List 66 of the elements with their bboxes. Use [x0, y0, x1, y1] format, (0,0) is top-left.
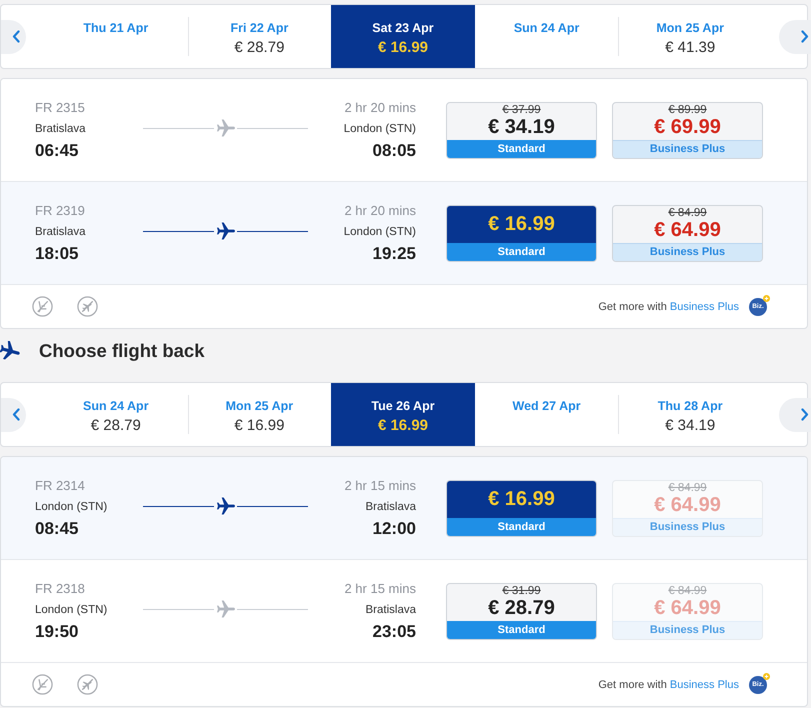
chevron-left-icon [12, 30, 20, 43]
plus-dot-icon [763, 672, 770, 680]
plane-icon [217, 222, 235, 240]
fare-button[interactable]: € 89.99 € 69.99 Business Plus [612, 102, 763, 158]
flight-duration: 2 hr 15 mins [344, 580, 416, 596]
fare-button[interactable]: € 16.99 Standard [446, 204, 597, 262]
promo-text: Get more with Business Plus [598, 300, 739, 312]
chevron-right-icon [801, 30, 809, 43]
date-tab[interactable]: Tue 26 Apr € 16.99 [331, 383, 475, 446]
date-tab[interactable]: Sat 23 Apr € 16.99 [331, 5, 475, 68]
departure-time: 08:45 [35, 518, 78, 538]
flight-duration: 2 hr 20 mins [344, 100, 416, 116]
chevron-right-icon [801, 408, 809, 421]
previous-button[interactable] [1, 20, 26, 54]
plus-dot-icon [763, 294, 770, 302]
flight-number: FR 2314 [35, 478, 85, 494]
plane-slash-icon [77, 296, 98, 317]
flight-duration: 2 hr 20 mins [344, 202, 416, 218]
plane-icon [0, 341, 20, 361]
next-button[interactable] [779, 20, 811, 54]
fare-button[interactable]: € 31.99 € 28.79 Standard [446, 582, 597, 640]
plane-slash-icon [77, 674, 98, 695]
arrival-time: 12:00 [372, 518, 416, 538]
flight-duration: 2 hr 15 mins [344, 478, 416, 494]
date-tab[interactable]: Thu 21 Apr [44, 5, 188, 68]
departure-time: 06:45 [35, 140, 78, 160]
arrival-city: Bratislava [366, 500, 416, 514]
plane-icon [217, 118, 235, 136]
section-title: Choose flight back [39, 340, 204, 362]
chevron-left-icon [12, 408, 20, 421]
business-plus-link[interactable]: Business Plus [670, 300, 739, 312]
departure-city: London (STN) [35, 500, 108, 514]
flight-number: FR 2318 [35, 580, 85, 596]
promo-text: Get more with Business Plus [598, 678, 739, 690]
fare-button[interactable]: € 84.99 € 64.99 Business Plus [612, 204, 763, 262]
flight-row[interactable]: FR 2315 Bratislava 06:45 2 hr 20 mins London (STN) 08:05 € 37.99 € 34.19 Standard € 89.99 € 69.99 Business Plus [1, 79, 807, 182]
flight-row[interactable]: FR 2319 Bratislava 18:05 2 hr 20 mins London (STN) 19:25 € 16.99 Standard € 84.99 € 64.99 Business Plus [1, 182, 807, 285]
departure-city: Bratislava [35, 224, 86, 240]
date-tab[interactable]: Thu 28 Apr € 34.19 [618, 383, 762, 446]
arrival-city: Bratislava [366, 602, 416, 618]
plane-icon [217, 496, 235, 514]
departure-time: 18:05 [35, 244, 78, 264]
seat-slash-icon [32, 674, 53, 695]
fare-button[interactable]: € 37.99 € 34.19 Standard [446, 102, 597, 158]
departure-city: Bratislava [35, 122, 86, 136]
date-tab[interactable]: Mon 25 Apr € 16.99 [188, 383, 332, 446]
arrival-city: London (STN) [344, 224, 416, 240]
date-tab[interactable]: Sun 24 Apr [474, 5, 618, 68]
date-tab[interactable]: Mon 25 Apr € 41.39 [618, 5, 762, 68]
departure-time: 19:50 [35, 622, 78, 642]
date-tab[interactable]: Sun 24 Apr € 28.79 [44, 383, 188, 446]
previous-button[interactable] [1, 398, 26, 432]
business-plus-link[interactable]: Business Plus [670, 678, 739, 690]
arrival-city: London (STN) [344, 122, 416, 136]
plane-icon [217, 600, 235, 618]
flight-number: FR 2319 [35, 202, 85, 218]
seat-slash-icon [32, 296, 53, 317]
fare-button[interactable]: € 16.99 Standard [446, 480, 597, 536]
next-button[interactable] [779, 398, 811, 432]
flight-number: FR 2315 [35, 100, 85, 116]
arrival-time: 08:05 [372, 140, 416, 160]
arrival-time: 23:05 [372, 622, 416, 642]
date-tab[interactable]: Fri 22 Apr € 28.79 [188, 5, 332, 68]
arrival-time: 19:25 [372, 244, 416, 264]
departure-city: London (STN) [35, 602, 108, 618]
date-tab[interactable]: Wed 27 Apr [474, 383, 618, 446]
